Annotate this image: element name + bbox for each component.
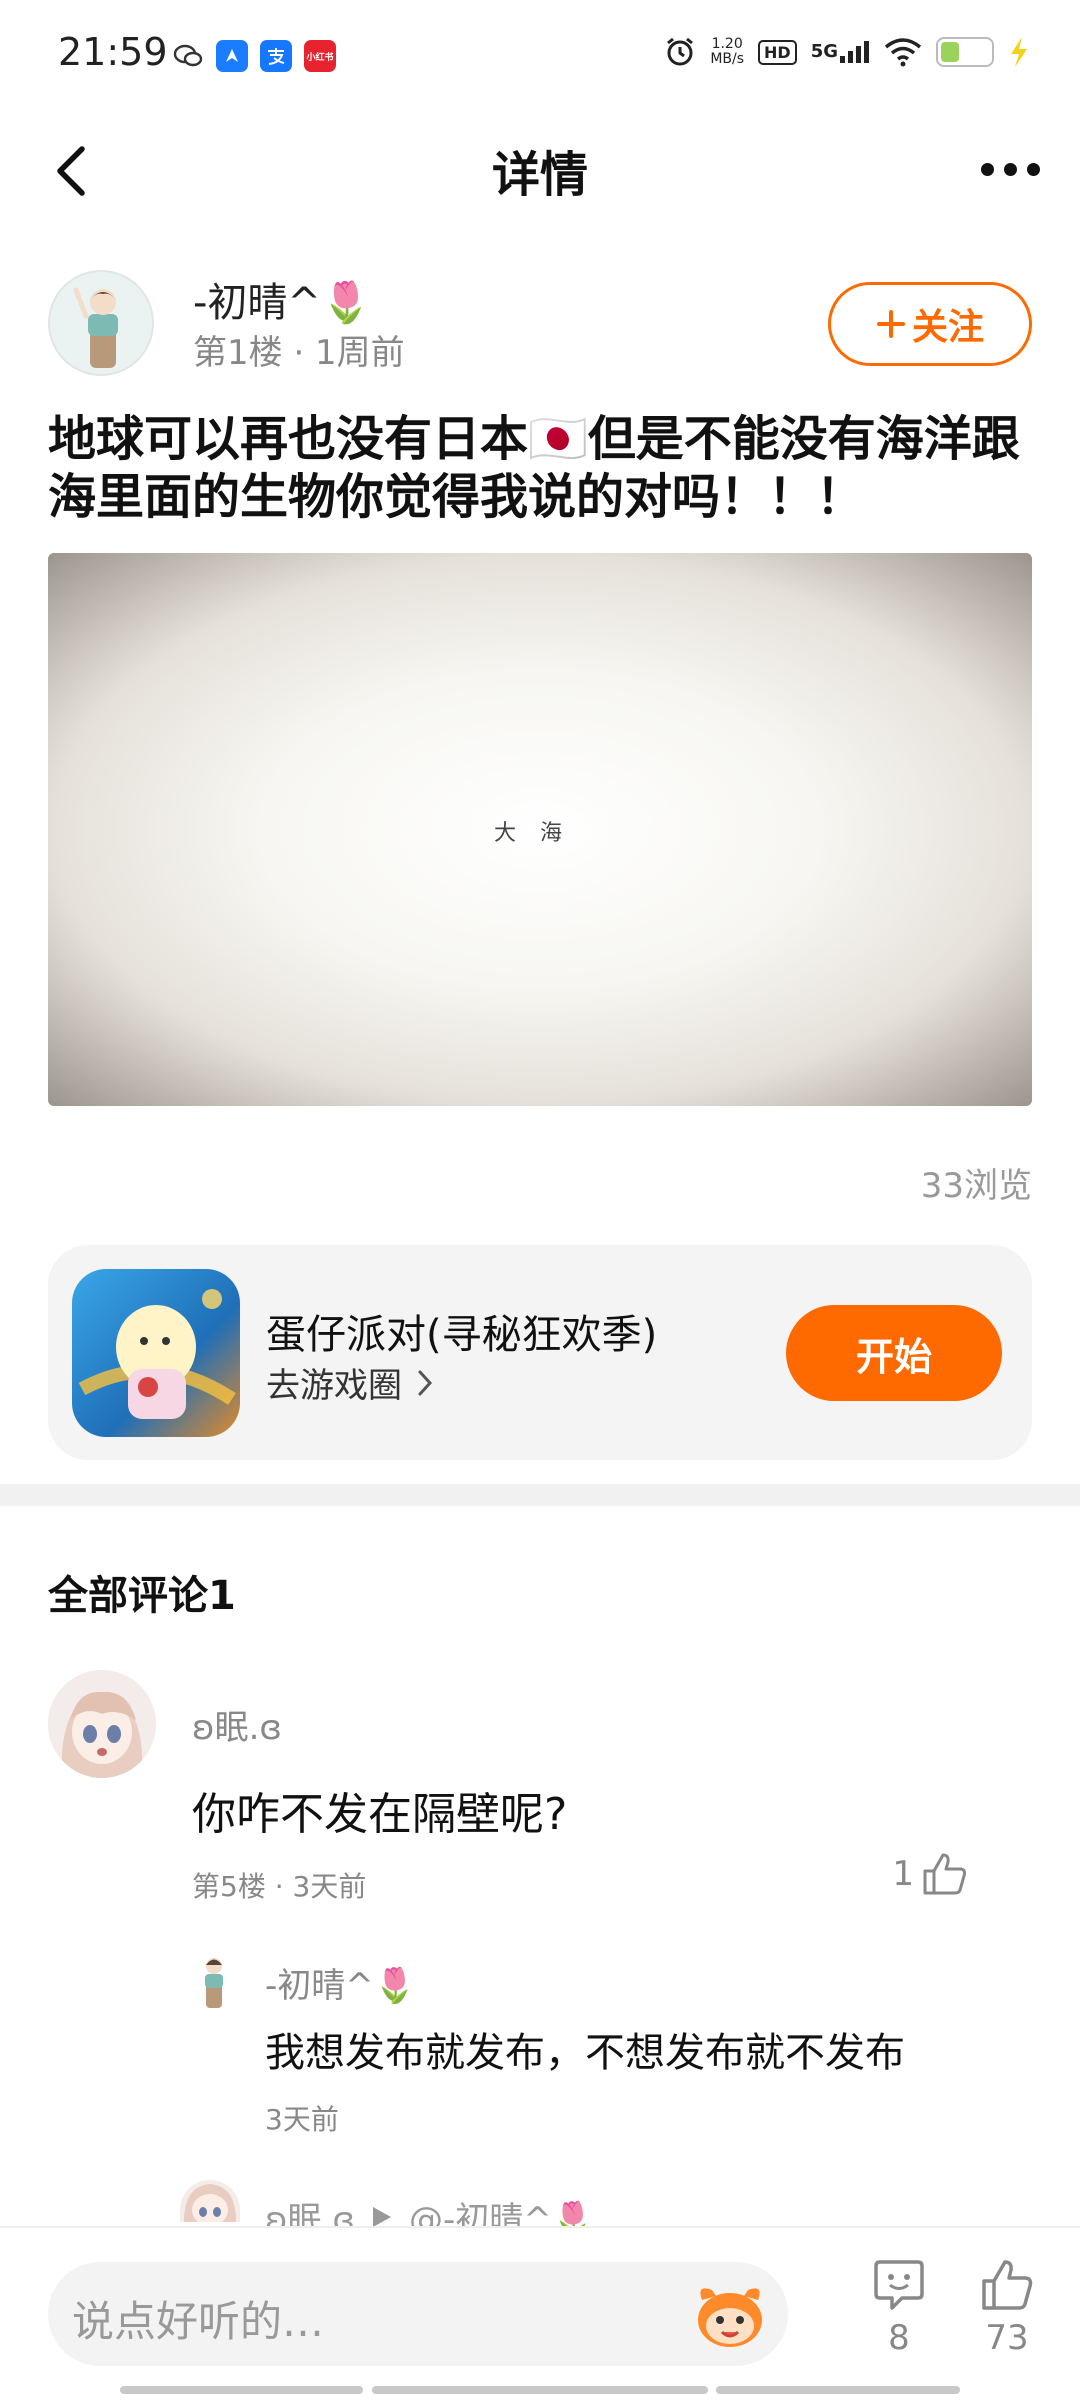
view-count: 33浏览: [920, 1166, 1032, 1206]
network-speed-value: 1.20: [711, 36, 743, 52]
author-name[interactable]: -初晴^🌷: [193, 270, 371, 328]
reply-avatar[interactable]: [192, 1950, 236, 2010]
comment-bubble-icon: [874, 2260, 924, 2310]
comments-button[interactable]: 8: [864, 2258, 934, 2358]
status-app-icons: 小红书: [172, 40, 336, 72]
battery-icon: [936, 37, 994, 67]
start-game-button[interactable]: 开始: [786, 1305, 1002, 1401]
reply-avatar-image: [184, 2184, 236, 2222]
comment-input[interactable]: 说点好听的…: [48, 2262, 788, 2366]
top-nav: 详情: [0, 115, 1080, 225]
page-title: 详情: [491, 147, 588, 203]
hd-icon: HD: [758, 39, 797, 65]
wifi-icon: [884, 38, 922, 67]
signal-5g-icon: 5G: [811, 41, 870, 63]
game-name: 蛋仔派对(寻秘狂欢季): [266, 1312, 658, 1358]
network-type: 5G: [810, 41, 838, 62]
game-icon: [72, 1269, 240, 1437]
post-header: -初晴^🌷 第1楼 · 1周前 关注: [48, 270, 1032, 380]
reply-avatar-image: [205, 1958, 223, 2008]
plus-icon: [876, 310, 905, 338]
follow-button[interactable]: 关注: [828, 282, 1032, 366]
reply-text: 我想发布就发布，不想发布就不发布: [265, 2030, 905, 2076]
home-indicator: [120, 2386, 363, 2394]
post-image[interactable]: 大海: [48, 553, 1032, 1106]
chevron-right-icon: [418, 1370, 433, 1395]
comments-title: 全部评论1: [48, 1573, 236, 1619]
reply-avatar[interactable]: [180, 2180, 240, 2222]
play-arrow-icon: [372, 2206, 391, 2227]
maps-icon: [216, 40, 248, 72]
commenter-name[interactable]: ʚ眠.ɞ: [192, 1700, 282, 1749]
section-divider: [0, 1484, 1080, 1506]
game-circle-link[interactable]: 去游戏圈: [266, 1358, 434, 1407]
commenter-avatar[interactable]: [48, 1670, 156, 1778]
author-avatar-image: [73, 287, 118, 368]
more-button[interactable]: [981, 163, 1040, 176]
comment-meta: 第5楼 · 3天前: [192, 1870, 367, 1903]
thumbs-up-icon: [923, 1853, 967, 1895]
comment-input-placeholder: 说点好听的…: [72, 2297, 325, 2346]
status-bar: 21:59 小红书 1.20 MB/s HD 5G: [0, 0, 1080, 115]
comment-text: 你咋不发在隔壁呢?: [192, 1789, 568, 1840]
game-card[interactable]: 蛋仔派对(寻秘狂欢季) 去游戏圈 开始: [48, 1245, 1032, 1460]
status-right-icons: 1.20 MB/s HD 5G: [664, 36, 1030, 68]
network-speed: 1.20 MB/s: [710, 37, 744, 67]
wechat-icon: [173, 44, 203, 67]
game-circle-label: 去游戏圈: [266, 1366, 402, 1406]
more-dot-icon: [1004, 163, 1017, 176]
follow-label: 关注: [911, 307, 984, 348]
alipay-icon: [260, 40, 292, 72]
xiaohongshu-icon: 小红书: [304, 40, 336, 72]
bottom-bar: 说点好听的… 8 73: [0, 2226, 1080, 2400]
alarm-icon: [667, 37, 694, 66]
comment-count: 8: [888, 2318, 910, 2358]
thumbs-up-icon: [982, 2260, 1033, 2310]
home-indicator: [716, 2386, 960, 2394]
post-body-text: 地球可以再也没有日本🇯🇵但是不能没有海洋跟海里面的生物你觉得我说的对吗！！！: [48, 411, 1020, 525]
network-speed-unit: MB/s: [710, 51, 745, 67]
reply-author-name[interactable]: -初晴^🌷: [265, 1958, 416, 2007]
charging-icon: [1011, 37, 1027, 67]
like-count: 73: [985, 2318, 1029, 2358]
comment-like-count: 1: [892, 1854, 914, 1894]
post-image-caption: 大海: [493, 821, 586, 846]
signal-bars-icon: [840, 41, 869, 63]
more-dot-icon: [981, 163, 994, 176]
more-dot-icon: [1027, 163, 1040, 176]
home-indicator: [372, 2386, 708, 2394]
reply-time: 3天前: [265, 2103, 339, 2136]
status-time: 21:59: [58, 30, 168, 74]
comment-like-button[interactable]: 1: [892, 1852, 968, 1896]
emoji-mascot-icon[interactable]: [692, 2280, 768, 2350]
like-button[interactable]: 73: [972, 2258, 1042, 2358]
post-meta: 第1楼 · 1周前: [193, 333, 405, 373]
author-avatar[interactable]: [48, 270, 154, 376]
commenter-avatar-image: [48, 1670, 156, 1778]
